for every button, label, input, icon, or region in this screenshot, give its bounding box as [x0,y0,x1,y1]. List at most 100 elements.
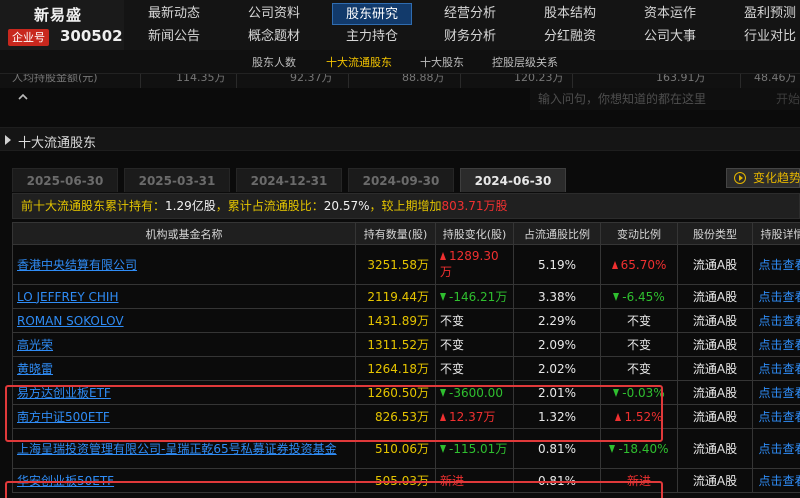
table-row: 高光荣1311.52万不变2.09%不变流通A股点击查看 [12,332,800,357]
strip-value: 163.91万 [656,74,706,84]
tab-date-2025-06-30[interactable]: 2025-06-30 [12,168,118,192]
sub-nav: 股东人数 十大流通股东 十大股东 控股层级关系 [0,50,800,74]
nav-company-events[interactable]: 公司大事 [620,26,720,48]
holder-name-link[interactable]: 香港中央结算有限公司 [12,244,356,285]
float-ratio: 0.81% [513,428,601,469]
nav-equity-structure[interactable]: 股本结构 [520,3,620,25]
ask-input[interactable] [538,90,770,108]
nav-financial-analysis[interactable]: 财务分析 [420,26,520,48]
col-header: 股份类型 [677,222,753,245]
holder-name-link-text: 上海呈瑞投资管理有限公司-呈瑞正乾65号私募证券投资基金 [17,441,337,456]
change-ratio-text: 65.70% [620,257,667,272]
detail-link[interactable]: 点击查看 [752,332,800,357]
change-ratio: -6.45% [600,284,678,309]
tab-date-2024-06-30[interactable]: 2024-06-30 [460,168,566,192]
share-type: 流通A股 [677,428,753,469]
stock-info: 新易盛 企业号 300502 [0,0,124,50]
col-header: 持股详情 [752,222,800,245]
search-button[interactable]: 开始搜索 [776,90,800,107]
enterprise-badge[interactable]: 企业号 [8,29,49,46]
holding-qty: 505.03万 [355,468,436,493]
detail-link[interactable]: 点击查看 [752,428,800,469]
float-ratio-text: 0.81% [537,473,577,488]
nav-main-holdings[interactable]: 主力持仓 [322,26,422,48]
detail-link[interactable]: 点击查看 [752,356,800,381]
holding-qty-text: 510.06万 [375,442,429,456]
change-ratio: 65.70% [600,244,678,285]
col-header: 持有数量(股) [355,222,436,245]
holding-change: 1289.30万 [435,244,514,285]
detail-link-text: 点击查看 [758,362,800,376]
strip-value: 120.23万 [514,74,564,84]
holding-qty-text: 1311.52万 [367,338,429,352]
nav-news[interactable]: 新闻公告 [124,26,224,48]
share-type-text: 流通A股 [692,338,738,352]
table-row: 易方达创业板ETF 1260.50万 -3600.00 2.01% -0.03% 流通A股… [12,380,800,405]
nav-dividend-financing[interactable]: 分红融资 [520,26,620,48]
nav-shareholder-research[interactable]: 股东研究 [332,3,412,25]
holder-name-link[interactable]: 高光荣 [12,332,356,357]
nav-company-info[interactable]: 公司资料 [224,3,324,25]
nav-latest[interactable]: 最新动态 [124,3,224,25]
holder-name-link[interactable]: 黄晓雷 [12,356,356,381]
holding-qty-text: 1264.18万 [367,362,429,376]
collapse-icon[interactable] [18,92,28,102]
cut-off-row: 人均持股金额(元) 114.35万 92.37万 88.88万 120.23万 … [0,74,800,88]
share-type-text: 流通A股 [692,258,738,272]
arrow-down-icon [613,292,620,301]
detail-link-text: 点击查看 [758,338,800,352]
holder-name-link[interactable]: 南方中证500ETF [12,404,356,429]
nav-industry-compare[interactable]: 行业对比 [720,26,800,48]
share-type: 流通A股 [677,332,753,357]
holder-name-link[interactable]: ROMAN SOKOLOV [12,308,356,333]
summary-text: ，较上期增加 [369,199,442,213]
detail-link[interactable]: 点击查看 [752,468,800,493]
ask-bar: 开始搜索 [530,88,800,110]
detail-link[interactable]: 点击查看 [752,284,800,309]
detail-link[interactable]: 点击查看 [752,308,800,333]
share-type: 流通A股 [677,468,753,493]
subnav-top10-float[interactable]: 十大流通股东 [326,54,392,70]
share-type-text: 流通A股 [692,410,738,424]
tab-date-2024-12-31[interactable]: 2024-12-31 [236,168,342,192]
strip-value: 48.46万 [754,74,797,84]
main-nav: 最新动态 公司资料 股东研究 经营分析 股本结构 资本运作 盈利预测 新闻公告 … [124,0,800,50]
tab-date-2024-09-30[interactable]: 2024-09-30 [348,168,454,192]
triangle-icon [5,135,11,145]
trend-button[interactable]: 变化趋势 [726,168,800,188]
holder-name-link[interactable]: 华安创业板50ETF [12,468,356,493]
summary-ratio: 20.57% [323,199,370,213]
subnav-holder-count[interactable]: 股东人数 [252,54,296,70]
change-ratio: -18.40% [600,428,678,469]
detail-link[interactable]: 点击查看 [752,404,800,429]
detail-link[interactable]: 点击查看 [752,244,800,285]
share-type: 流通A股 [677,244,753,285]
nav-operation-analysis[interactable]: 经营分析 [420,3,520,25]
holder-name-link[interactable]: 易方达创业板ETF [12,380,356,405]
share-type: 流通A股 [677,404,753,429]
holder-name-link[interactable]: 上海呈瑞投资管理有限公司-呈瑞正乾65号私募证券投资基金 [12,428,356,469]
holder-name-link-text: 黄晓雷 [17,361,54,376]
detail-link-text: 点击查看 [758,386,800,400]
summary-text: 前十大流通股东累计持有： [21,199,166,213]
float-ratio-text: 0.81% [537,441,577,456]
holding-qty: 1431.89万 [355,308,436,333]
subnav-holding-structure[interactable]: 控股层级关系 [492,54,558,70]
holder-name-link[interactable]: LO JEFFREY CHIH [12,284,356,309]
strip-value: 92.37万 [290,74,333,84]
detail-link[interactable]: 点击查看 [752,380,800,405]
nav-concepts[interactable]: 概念题材 [224,26,324,48]
nav-capital-operation[interactable]: 资本运作 [620,3,720,25]
tab-date-2025-03-31[interactable]: 2025-03-31 [124,168,230,192]
change-ratio-text: 新进 [626,474,651,488]
change-ratio: -0.03% [600,380,678,405]
change-ratio: 不变 [600,332,678,357]
arrow-up-icon [611,260,618,269]
holding-change-text: 新进 [440,474,465,488]
share-type: 流通A股 [677,308,753,333]
float-ratio: 5.19% [513,244,601,285]
holder-name-link-text: 易方达创业板ETF [17,385,111,400]
share-type-text: 流通A股 [692,314,738,328]
subnav-top10-holders[interactable]: 十大股东 [420,54,464,70]
nav-profit-forecast[interactable]: 盈利预测 [720,3,800,25]
